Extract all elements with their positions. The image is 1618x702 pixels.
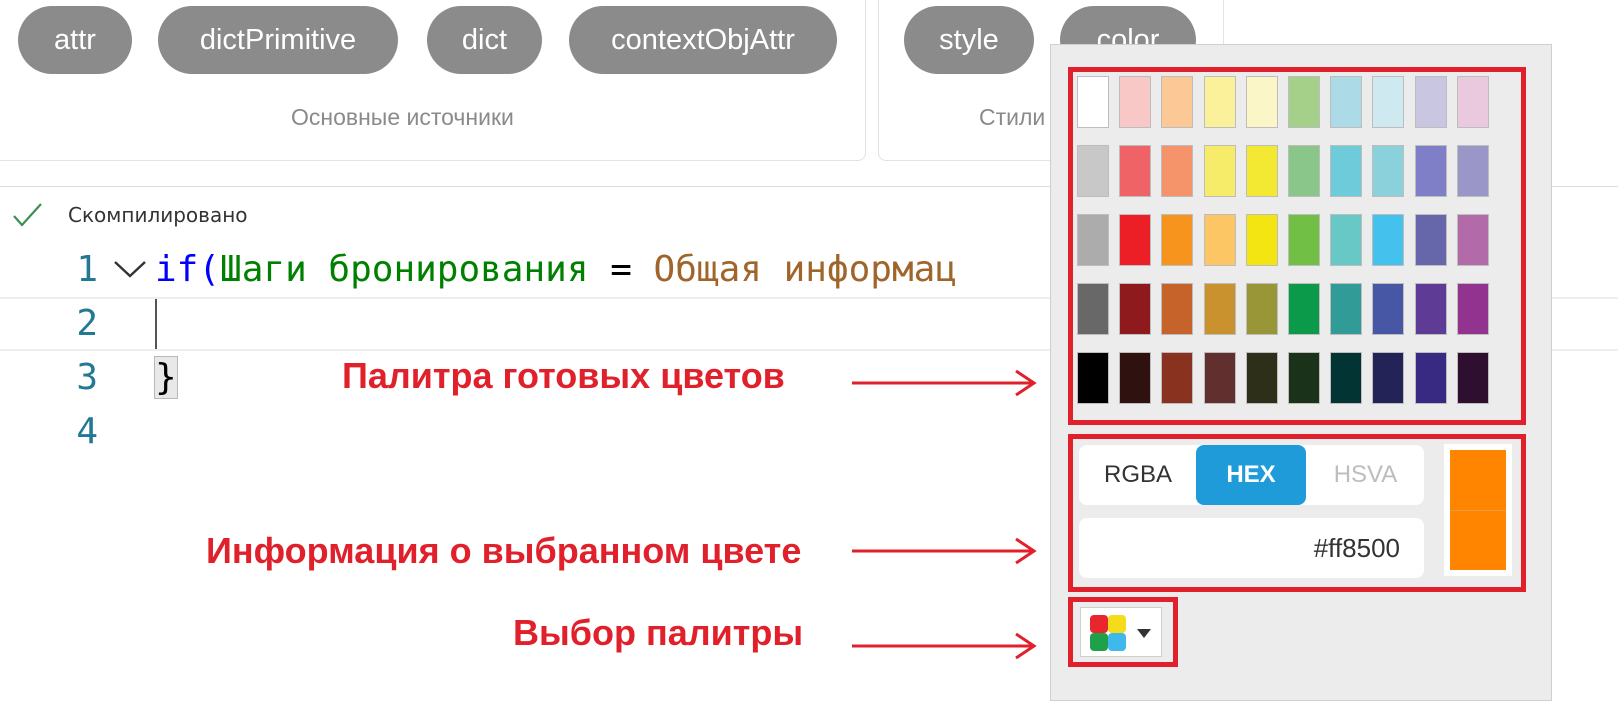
color-swatch[interactable] xyxy=(1288,352,1320,404)
color-swatch[interactable] xyxy=(1246,145,1278,197)
color-swatch[interactable] xyxy=(1119,145,1151,197)
line-number: 3 xyxy=(76,357,98,398)
color-swatch[interactable] xyxy=(1415,145,1447,197)
selected-color-preview xyxy=(1444,444,1512,576)
color-swatch[interactable] xyxy=(1372,76,1404,128)
field-name: Шаги бронирования xyxy=(220,249,589,290)
color-swatch[interactable] xyxy=(1246,352,1278,404)
color-swatch[interactable] xyxy=(1330,352,1362,404)
color-swatch[interactable] xyxy=(1119,352,1151,404)
color-swatch[interactable] xyxy=(1204,145,1236,197)
color-swatch[interactable] xyxy=(1161,145,1193,197)
fold-chevron-icon[interactable] xyxy=(113,259,147,279)
color-swatch[interactable] xyxy=(1246,214,1278,266)
hex-value-input[interactable] xyxy=(1079,518,1424,578)
main-sources-caption: Основные источники xyxy=(291,104,514,130)
styles-caption: Стили xyxy=(979,104,1046,130)
color-swatch[interactable] xyxy=(1246,76,1278,128)
chip-dict[interactable]: dict xyxy=(427,6,542,74)
annotation-info-label: Информация о выбранном цвете xyxy=(206,530,802,571)
color-swatch[interactable] xyxy=(1372,352,1404,404)
color-swatch[interactable] xyxy=(1457,76,1489,128)
color-swatch[interactable] xyxy=(1161,352,1193,404)
color-swatch[interactable] xyxy=(1288,145,1320,197)
color-swatch[interactable] xyxy=(1246,283,1278,335)
color-swatch[interactable] xyxy=(1077,283,1109,335)
color-swatch[interactable] xyxy=(1119,214,1151,266)
keyword-if: if xyxy=(155,249,199,290)
color-swatch[interactable] xyxy=(1415,76,1447,128)
code-text-line-3: } xyxy=(154,351,178,405)
annotation-palette-label: Палитра готовых цветов xyxy=(342,355,785,396)
arrow-right-icon xyxy=(852,632,1037,660)
chip-dict-primitive[interactable]: dictPrimitive xyxy=(158,6,398,74)
closing-brace: } xyxy=(154,356,178,399)
color-swatch[interactable] xyxy=(1372,283,1404,335)
color-swatch[interactable] xyxy=(1077,352,1109,404)
color-swatch[interactable] xyxy=(1457,214,1489,266)
color-swatch[interactable] xyxy=(1372,214,1404,266)
color-swatch[interactable] xyxy=(1077,214,1109,266)
code-text-line-1: if(Шаги бронирования = Общая информац xyxy=(155,243,957,297)
color-swatch[interactable] xyxy=(1415,214,1447,266)
color-swatch[interactable] xyxy=(1204,352,1236,404)
line-number: 1 xyxy=(76,249,98,290)
color-swatch[interactable] xyxy=(1372,145,1404,197)
arrow-right-icon xyxy=(852,369,1037,397)
color-swatch[interactable] xyxy=(1330,214,1362,266)
color-swatch[interactable] xyxy=(1077,145,1109,197)
color-swatch[interactable] xyxy=(1457,283,1489,335)
color-swatch[interactable] xyxy=(1077,76,1109,128)
color-swatch[interactable] xyxy=(1330,145,1362,197)
color-swatch[interactable] xyxy=(1161,76,1193,128)
operator: = xyxy=(588,249,654,290)
chip-attr[interactable]: attr xyxy=(18,6,132,74)
color-swatch[interactable] xyxy=(1288,214,1320,266)
color-swatch[interactable] xyxy=(1119,76,1151,128)
compile-status-text: Скомпилировано xyxy=(68,203,248,227)
palette-icon xyxy=(1090,615,1126,651)
chip-style[interactable]: style xyxy=(904,6,1034,74)
caret-down-icon xyxy=(1137,629,1151,638)
color-swatch[interactable] xyxy=(1119,283,1151,335)
color-swatch[interactable] xyxy=(1161,214,1193,266)
palette-selector-dropdown[interactable] xyxy=(1080,607,1162,657)
color-swatch[interactable] xyxy=(1457,352,1489,404)
color-swatch[interactable] xyxy=(1204,76,1236,128)
color-swatch[interactable] xyxy=(1330,283,1362,335)
color-swatch[interactable] xyxy=(1161,283,1193,335)
color-swatch[interactable] xyxy=(1288,283,1320,335)
chip-context-obj-attr[interactable]: contextObjAttr xyxy=(569,6,837,74)
check-icon xyxy=(13,203,42,227)
color-swatch[interactable] xyxy=(1288,76,1320,128)
color-swatch[interactable] xyxy=(1204,283,1236,335)
color-format-tabs: RGBA HEX HSVA xyxy=(1079,445,1424,505)
open-paren: ( xyxy=(198,249,221,290)
tab-hex[interactable]: HEX xyxy=(1196,445,1306,505)
color-preview-previous xyxy=(1450,510,1506,570)
arrow-right-icon xyxy=(852,537,1037,565)
color-swatch[interactable] xyxy=(1204,214,1236,266)
color-swatch[interactable] xyxy=(1330,76,1362,128)
color-swatch[interactable] xyxy=(1415,352,1447,404)
text-caret xyxy=(155,299,157,349)
string-value: Общая информац xyxy=(653,249,957,290)
color-swatch[interactable] xyxy=(1415,283,1447,335)
tab-hsva[interactable]: HSVA xyxy=(1307,445,1424,505)
tab-rgba[interactable]: RGBA xyxy=(1079,445,1197,505)
color-preview-current xyxy=(1450,450,1506,510)
line-number: 2 xyxy=(76,303,98,344)
color-swatch[interactable] xyxy=(1457,145,1489,197)
line-number: 4 xyxy=(76,411,98,452)
annotation-select-label: Выбор палитры xyxy=(513,612,804,653)
